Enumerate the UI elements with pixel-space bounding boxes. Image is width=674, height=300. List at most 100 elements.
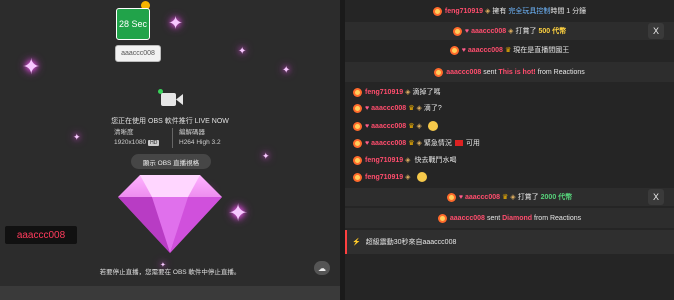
stream-preview-panel: 28 Sec aaaccc008 ✦ ✦ ✦ ✦ ✦ ✦ ✦ ✦ ✦ 您正在使用…: [0, 0, 340, 300]
shield-badge-icon: ◈: [510, 194, 516, 201]
chat-message: ♥ aaaccc008 ♛ ◈ 滴了?: [345, 102, 674, 114]
shield-badge-icon: ◈: [485, 8, 491, 15]
chat-username: aaaccc008: [371, 139, 407, 147]
notice-text: 超級震動30秒來自aaaccc008: [365, 239, 457, 246]
fire-avatar-icon: [434, 67, 444, 77]
crown-badge-icon: ♛: [504, 47, 512, 54]
encoder-info: 編解碼器 H264 High 3.2: [172, 128, 221, 148]
reaction-message: aaaccc008 sent This is hot! from Reactio…: [345, 62, 674, 82]
sparkle-icon: ✦: [238, 46, 247, 57]
sparkle-icon: ✦: [22, 54, 41, 79]
gift-message: ♥ aaaccc008 ◈ 打賞了 500 代幣 X: [345, 22, 674, 40]
fire-avatar-icon: [353, 172, 362, 182]
chat-message: ♥ aaaccc008 ♛ ◈ 緊急情況 可用: [345, 137, 674, 149]
gift-message: ♥ aaaccc008 ♛ ◈ 打賞了 2000 代幣 X: [345, 188, 674, 206]
live-status-text: 您正在使用 OBS 軟件推行 LIVE NOW: [111, 118, 229, 125]
lightning-icon: ⚡: [352, 239, 361, 246]
vibration-notice: ⚡ 超級震動30秒來自aaaccc008: [345, 230, 674, 254]
chat-username: aaaccc008: [371, 122, 407, 130]
shield-badge-icon: ◈: [405, 89, 411, 96]
tip-amount: 2000 代幣: [540, 194, 573, 201]
chat-username: aaaccc008: [464, 193, 501, 201]
fire-avatar-icon: [353, 87, 362, 97]
chat-text: 擁有: [492, 8, 507, 15]
chat-highlight: 完全玩具控制: [508, 8, 551, 15]
shield-badge-icon: ◈: [416, 123, 422, 130]
chat-message: ♥ aaaccc008 ♛ 現在是直播間國王: [345, 44, 674, 56]
resolution-value: 1920x1080: [114, 139, 147, 146]
chat-username: aaaccc008: [449, 214, 485, 222]
chat-text: 緊急情況: [423, 140, 452, 147]
sparkle-icon: ✦: [168, 13, 184, 33]
crown-badge-icon: ♛: [502, 194, 509, 201]
shield-badge-icon: ◈: [405, 174, 411, 181]
fire-avatar-icon: [446, 192, 456, 202]
flag-icon: [454, 140, 463, 146]
show-obs-settings-button[interactable]: 顯示 OBS 直播視格: [131, 154, 211, 169]
fire-avatar-icon: [432, 6, 442, 16]
chat-text: sent: [483, 68, 497, 76]
chat-text-extra: 可用: [465, 140, 480, 147]
shield-badge-icon: ◈: [416, 105, 422, 112]
chat-username: aaaccc008: [471, 27, 507, 35]
chat-message: feng710919 ◈ 擁有 完全玩具控制 時間 1 分鐘: [345, 5, 674, 17]
chat-text: 打賞了: [517, 194, 539, 201]
emoji-icon: [416, 172, 427, 182]
chat-message: ♥ aaaccc008 ♛ ◈: [345, 119, 674, 133]
chat-username: aaaccc008: [371, 104, 407, 112]
chat-message: feng710919 ◈ 快去戰鬥水喝: [345, 154, 674, 166]
sparkle-icon: ✦: [228, 200, 249, 227]
chat-text: from Reactions: [534, 214, 582, 222]
chat-message: feng710919 ◈: [345, 170, 674, 184]
encoder-value: H264 High 3.2: [179, 139, 221, 146]
reaction-name: This is hot!: [498, 68, 536, 76]
fire-avatar-icon: [353, 138, 362, 148]
cloud-icon[interactable]: ☁: [314, 261, 330, 275]
chat-text: 打賞了: [515, 28, 537, 35]
stop-stream-hint: 若要停止直播，您需要在 OBS 軟件中停止直播。: [99, 269, 241, 276]
heart-badge-icon: ♥: [458, 193, 463, 201]
close-icon[interactable]: X: [648, 189, 664, 205]
chat-username: feng710919: [444, 7, 483, 15]
shield-badge-icon: ◈: [508, 28, 514, 35]
reaction-name: Diamond: [502, 214, 533, 222]
chat-text: 滴了?: [423, 105, 442, 112]
chat-username: aaaccc008: [467, 46, 503, 54]
heart-badge-icon: ♥: [464, 27, 470, 35]
heart-badge-icon: ♥: [365, 122, 370, 130]
host-tag: aaaccc008: [115, 45, 161, 62]
close-icon[interactable]: X: [648, 23, 664, 39]
crown-badge-icon: ♛: [408, 123, 415, 130]
camera-icon: [161, 93, 183, 106]
bottom-bar: [0, 286, 340, 300]
hd-badge: HD: [148, 140, 160, 146]
shield-badge-icon: ◈: [416, 140, 422, 147]
encoder-label: 編解碼器: [179, 129, 205, 136]
fire-avatar-icon: [353, 155, 362, 165]
chat-message: feng710919 ◈ 滴掉了嗎: [345, 86, 674, 98]
fire-avatar-icon: [452, 26, 462, 36]
crown-badge-icon: ♛: [408, 140, 415, 147]
shield-badge-icon: ◈: [405, 157, 411, 164]
sparkle-icon: ✦: [73, 132, 81, 142]
diamond-gift-icon: [118, 175, 222, 253]
chat-text: 滴掉了嗎: [412, 89, 441, 96]
chat-text: 時間 1 分鐘: [550, 8, 587, 15]
chat-text: 現在是直播間國王: [513, 47, 570, 54]
countdown-timer: 28 Sec: [116, 8, 150, 40]
chat-username: feng710919: [365, 88, 404, 96]
heart-badge-icon: ♥: [365, 139, 370, 147]
chat-text: from Reactions: [537, 68, 585, 76]
fire-avatar-icon: [353, 103, 362, 113]
tip-amount: 500 代幣: [538, 28, 567, 35]
emoji-icon: [427, 121, 438, 131]
fire-avatar-icon: [353, 121, 362, 131]
resolution-info: 清晰度 1920x1080 HD: [114, 128, 160, 148]
fire-avatar-icon: [449, 45, 459, 55]
reaction-message: aaaccc008 sent Diamond from Reactions: [345, 208, 674, 228]
sparkle-icon: ✦: [262, 151, 270, 161]
heart-badge-icon: ♥: [461, 46, 466, 54]
heart-badge-icon: ♥: [365, 104, 370, 112]
resolution-label: 清晰度: [114, 129, 134, 136]
chat-text: sent: [486, 214, 501, 222]
